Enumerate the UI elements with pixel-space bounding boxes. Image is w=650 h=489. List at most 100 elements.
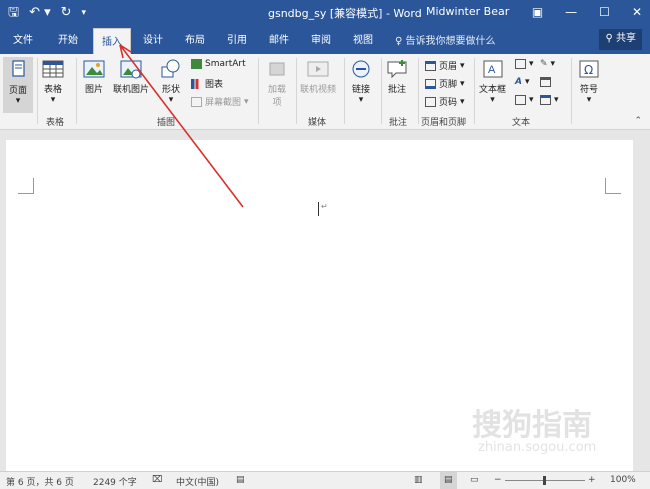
quick-parts-icon [515, 59, 526, 69]
customize-qat-icon[interactable]: ▾ [82, 4, 87, 22]
paragraph-mark-icon: ↵ [321, 202, 328, 211]
online-video-button[interactable]: 联机视频 [300, 59, 336, 95]
text-cursor [318, 202, 319, 216]
group-separator [381, 58, 382, 124]
pages-label: 页面 [8, 86, 27, 96]
table-button[interactable]: 表格 ▾ [42, 59, 64, 105]
header-button[interactable]: 页眉 ▾ [425, 59, 465, 72]
chart-button[interactable]: 图表 [191, 77, 223, 90]
tab-home[interactable]: 开始 [58, 31, 78, 46]
object-button[interactable]: ▾ [540, 95, 559, 105]
tell-me-box[interactable]: ♀ 告诉我你想要做什么 [395, 32, 496, 47]
zoom-out-button[interactable]: − [494, 475, 502, 485]
page-count[interactable]: 第 6 页，共 6 页 [6, 475, 74, 488]
smartart-button[interactable]: SmartArt [191, 59, 246, 69]
tab-references[interactable]: 引用 [227, 31, 247, 46]
textbox-label: 文本框 [479, 85, 507, 95]
pages-button[interactable]: 页面 ▾ [3, 57, 33, 113]
maximize-icon[interactable]: ☐ [599, 3, 610, 21]
zoom-in-button[interactable]: + [588, 475, 596, 485]
page-number-button[interactable]: 页码 ▾ [425, 95, 465, 108]
ribbon-display-options-icon[interactable]: ▣ [532, 3, 543, 21]
ribbon-insert: 页面 ▾ 表格 ▾ 表格 图片 联机图片 形状 ▾ SmartArt 图表 屏幕… [0, 54, 650, 130]
lightbulb-icon: ♀ [395, 36, 406, 47]
pen-icon: ✎ [540, 59, 548, 69]
textbox-icon: A [483, 60, 502, 78]
tab-review[interactable]: 审阅 [311, 31, 331, 46]
smartart-icon [191, 59, 202, 69]
web-layout-icon[interactable]: ▭ [470, 475, 479, 485]
tab-mailings[interactable]: 邮件 [269, 31, 289, 46]
zoom-slider-thumb[interactable] [543, 476, 546, 485]
dropdown-arrow-icon: ▾ [586, 95, 592, 105]
group-separator [344, 58, 345, 124]
read-mode-icon[interactable]: ▥ [414, 475, 423, 485]
signature-line-button[interactable]: ✎ ▾ [540, 59, 555, 69]
shapes-button[interactable]: 形状 ▾ [160, 59, 182, 105]
redo-icon[interactable]: ↻ [61, 4, 72, 22]
dropdown-arrow-icon: ▾ [460, 60, 465, 71]
link-icon [352, 60, 370, 78]
screenshot-button[interactable]: 屏幕截图 ▾ [191, 95, 249, 108]
tab-layout[interactable]: 布局 [185, 31, 205, 46]
group-label-text: 文本 [512, 118, 531, 128]
wordart-icon: A [515, 77, 522, 87]
dropdown-arrow-icon: ▾ [50, 95, 56, 105]
dropdown-arrow-icon: ▾ [524, 77, 530, 87]
addins-button[interactable]: 加载 项 [266, 59, 288, 108]
wordart-button[interactable]: A ▾ [515, 77, 530, 87]
watermark-brand: 搜狗指南 [472, 408, 592, 443]
footer-button[interactable]: 页脚 ▾ [425, 77, 465, 90]
table-label: 表格 [43, 85, 62, 95]
symbols-button[interactable]: Ω 符号 ▾ [578, 59, 600, 105]
word-count[interactable]: 2249 个字 [93, 475, 137, 488]
header-label: 页眉 [439, 62, 458, 72]
person-icon: ⚲ [605, 33, 616, 44]
title-bar: 🖫 ↶ ▾ ↻ ▾ gsndbg_sy [兼容模式] - Word Midwin… [0, 0, 650, 26]
tab-design[interactable]: 设计 [143, 31, 163, 46]
share-label: 共享 [616, 33, 636, 44]
table-icon [42, 60, 64, 78]
save-icon[interactable]: 🖫 [8, 4, 19, 22]
macro-icon[interactable]: ▤ [236, 475, 245, 485]
undo-icon[interactable]: ↶ ▾ [29, 4, 51, 22]
dropdown-arrow-icon: ▾ [460, 78, 465, 89]
comment-button[interactable]: 批注 [386, 59, 408, 95]
tab-file[interactable]: 文件 [13, 31, 33, 46]
dropdown-arrow-icon: ▾ [358, 95, 364, 105]
picture-button[interactable]: 图片 [83, 59, 105, 95]
vertical-scrollbar[interactable] [637, 131, 650, 471]
smartart-label: SmartArt [205, 59, 246, 69]
addins-icon [269, 62, 285, 76]
dropdown-arrow-icon: ▾ [15, 96, 21, 106]
tell-me-text: 告诉我你想要做什么 [405, 36, 496, 47]
quick-parts-button[interactable]: ▾ [515, 59, 534, 69]
tab-view[interactable]: 视图 [353, 31, 373, 46]
print-layout-icon[interactable]: ▤ [440, 472, 457, 489]
online-picture-button[interactable]: 联机图片 [113, 59, 149, 95]
dropcap-button[interactable]: ▾ [515, 95, 534, 105]
symbols-label: 符号 [579, 85, 598, 95]
proofing-icon[interactable]: ⌧ [152, 475, 162, 485]
collapse-ribbon-icon[interactable]: ⌃ [634, 116, 642, 126]
comment-icon [387, 60, 407, 79]
shapes-icon [161, 59, 180, 78]
footer-label: 页脚 [439, 80, 458, 90]
links-button[interactable]: 链接 ▾ [350, 59, 372, 105]
zoom-level[interactable]: 100% [610, 475, 636, 485]
close-icon[interactable]: ✕ [632, 3, 642, 21]
online-picture-label: 联机图片 [113, 85, 150, 95]
textbox-button[interactable]: A 文本框 ▾ [479, 59, 506, 105]
minimize-icon[interactable]: — [565, 3, 577, 21]
tab-insert[interactable]: 插入 [93, 28, 131, 54]
language[interactable]: 中文(中国) [176, 475, 219, 488]
user-name[interactable]: Midwinter Bear [426, 5, 509, 18]
page-number-label: 页码 [439, 98, 458, 108]
group-separator [258, 58, 259, 124]
screenshot-label: 屏幕截图 [205, 98, 242, 108]
share-button[interactable]: ⚲ 共享 [599, 29, 642, 50]
date-time-button[interactable] [540, 77, 551, 87]
omega-icon: Ω [579, 60, 599, 78]
addins-label-line1: 加载 [267, 85, 286, 95]
svg-text:A: A [488, 64, 496, 76]
